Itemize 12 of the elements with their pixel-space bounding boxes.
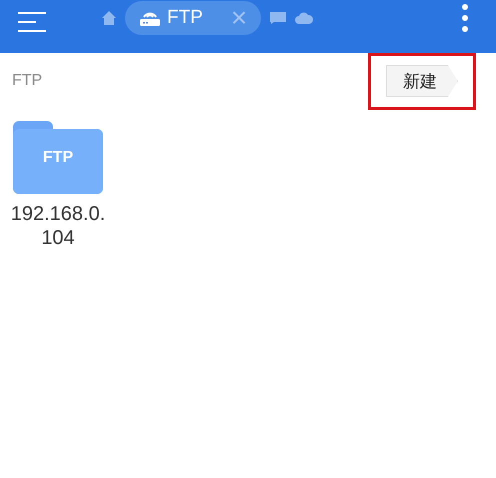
close-tab-button[interactable]: × <box>230 4 248 32</box>
menu-icon[interactable] <box>18 12 46 32</box>
ftp-tab[interactable]: FTP × <box>125 1 262 35</box>
cloud-icon[interactable] <box>295 12 314 24</box>
window-icon[interactable] <box>269 11 288 25</box>
folder-label: FTP <box>42 149 74 167</box>
folder-icon[interactable]: FTP <box>13 119 103 194</box>
new-button[interactable]: 新建 <box>386 65 458 97</box>
breadcrumb[interactable]: FTP <box>12 72 42 90</box>
more-icon[interactable] <box>462 4 468 32</box>
folder-name[interactable]: 192.168.0.104 <box>8 202 108 250</box>
home-icon[interactable] <box>101 10 117 26</box>
